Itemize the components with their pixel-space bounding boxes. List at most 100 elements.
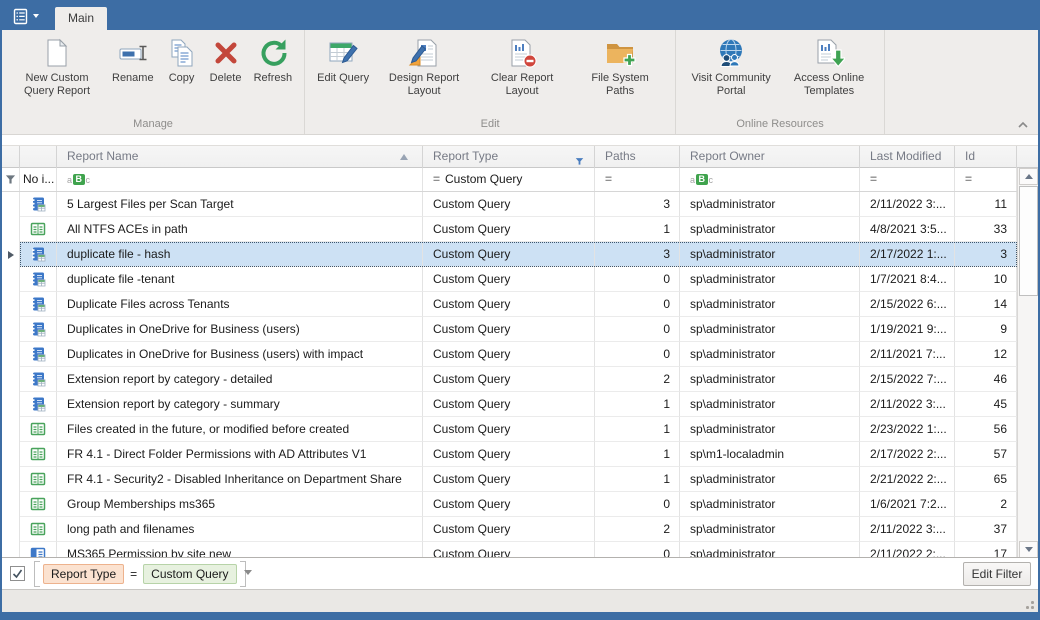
column-header-report-owner[interactable]: Report Owner: [680, 146, 860, 168]
filter-last-modified[interactable]: =: [860, 168, 955, 191]
scrollbar-thumb[interactable]: [1019, 186, 1038, 296]
cell-id: 45: [955, 392, 1017, 417]
table-green-icon: [30, 446, 46, 462]
row-body: Extension report by category - summaryCu…: [20, 392, 1017, 417]
table-row[interactable]: FR 4.1 - Security2 - Disabled Inheritanc…: [2, 467, 1017, 492]
scroll-up-button[interactable]: [1019, 168, 1038, 185]
tab-main[interactable]: Main: [55, 7, 107, 30]
cell-last-modified: 2/11/2021 7:...: [860, 342, 955, 367]
table-green-icon: [30, 221, 46, 237]
cell-last-modified: 1/6/2021 7:2...: [860, 492, 955, 517]
cell-report-owner: sp\administrator: [680, 492, 860, 517]
table-row[interactable]: Extension report by category - detailedC…: [2, 367, 1017, 392]
cell-paths: 1: [595, 417, 680, 442]
table-row[interactable]: MS365 Permission by site newCustom Query…: [2, 542, 1017, 558]
cell-report-type: Custom Query: [423, 292, 595, 317]
ribbon-group-caption: Manage: [8, 115, 298, 134]
ribbon-collapse-chevron-icon[interactable]: [1016, 119, 1030, 131]
row-body: Duplicates in OneDrive for Business (use…: [20, 342, 1017, 367]
column-header-last-modified[interactable]: Last Modified: [860, 146, 955, 168]
column-header-report-type[interactable]: Report Type: [423, 146, 595, 168]
header-indicator-cell: [2, 146, 20, 168]
cell-report-type: Custom Query: [423, 442, 595, 467]
filter-paths[interactable]: =: [595, 168, 680, 191]
column-header-report-name[interactable]: Report Name: [57, 146, 423, 168]
row-body: duplicate file - hashCustom Query3sp\adm…: [20, 242, 1017, 267]
table-row[interactable]: duplicate file - hashCustom Query3sp\adm…: [2, 242, 1017, 267]
column-header-paths[interactable]: Paths: [595, 146, 680, 168]
ribbon-group-caption: Online Resources: [682, 115, 878, 134]
cell-last-modified: 2/15/2022 6:...: [860, 292, 955, 317]
app-menu-icon: [13, 8, 30, 25]
ribbon-button-label: Refresh: [254, 72, 293, 85]
filter-value-chip[interactable]: Custom Query: [143, 564, 236, 584]
filter-report-type[interactable]: =Custom Query: [423, 168, 595, 191]
clear-report-layout-button[interactable]: Clear Report Layout: [476, 35, 568, 100]
cell-report-type: Custom Query: [423, 242, 595, 267]
filter-field-chip[interactable]: Report Type: [43, 564, 124, 584]
report-book-icon: [30, 196, 46, 212]
edit-filter-button[interactable]: Edit Filter: [963, 562, 1031, 586]
filter-report-name[interactable]: aBc: [57, 168, 423, 191]
filter-row-funnel-icon: [2, 168, 20, 191]
table-row[interactable]: Duplicates in OneDrive for Business (use…: [2, 317, 1017, 342]
app-menu-dropdown-icon: [33, 14, 39, 18]
table-row[interactable]: duplicate file -tenantCustom Query0sp\ad…: [2, 267, 1017, 292]
filter-icon-column[interactable]: No i...: [20, 168, 57, 191]
table-row[interactable]: All NTFS ACEs in pathCustom Query1sp\adm…: [2, 217, 1017, 242]
access-online-templates-button[interactable]: Access Online Templates: [783, 35, 875, 100]
cell-report-type: Custom Query: [423, 542, 595, 558]
table-row[interactable]: Group Memberships ms365Custom Query0sp\a…: [2, 492, 1017, 517]
cell-report-type: Custom Query: [423, 367, 595, 392]
filter-operator[interactable]: =: [130, 567, 137, 581]
cell-paths: 0: [595, 492, 680, 517]
abc-filter-icon: aBc: [67, 174, 90, 185]
resize-grip[interactable]: [1022, 597, 1034, 609]
copy-button[interactable]: Copy: [163, 35, 201, 87]
table-green-icon: [30, 421, 46, 437]
vertical-scrollbar[interactable]: [1017, 168, 1038, 558]
table-row[interactable]: Files created in the future, or modified…: [2, 417, 1017, 442]
ribbon-button-label: Delete: [210, 72, 242, 85]
visit-community-portal-button[interactable]: Visit Community Portal: [685, 35, 777, 100]
column-filter-funnel-icon[interactable]: [575, 152, 584, 168]
table-row[interactable]: long path and filenamesCustom Query2sp\a…: [2, 517, 1017, 542]
community-portal-icon: [715, 37, 747, 69]
table-row[interactable]: Duplicate Files across TenantsCustom Que…: [2, 292, 1017, 317]
application-window: Main New Custom Query ReportRenameCopy De…: [0, 0, 1040, 620]
header-icon-cell: [20, 146, 57, 168]
new-custom-query-report-button[interactable]: New Custom Query Report: [11, 35, 103, 100]
table-row[interactable]: Duplicates in OneDrive for Business (use…: [2, 342, 1017, 367]
report-book-icon: [30, 396, 46, 412]
table-row[interactable]: Extension report by category - summaryCu…: [2, 392, 1017, 417]
cell-id: 14: [955, 292, 1017, 317]
scroll-down-button[interactable]: [1019, 541, 1038, 558]
refresh-icon: [257, 37, 289, 69]
filter-id[interactable]: =: [955, 168, 1017, 191]
report-type-icon-cell: [20, 542, 57, 558]
app-menu-button[interactable]: [10, 5, 48, 27]
report-type-icon-cell: [20, 367, 57, 392]
design-report-layout-button[interactable]: Design Report Layout: [378, 35, 470, 100]
report-type-icon-cell: [20, 492, 57, 517]
filter-dropdown-icon[interactable]: [244, 570, 252, 575]
row-indicator-cell: [2, 517, 20, 542]
report-type-icon-cell: [20, 317, 57, 342]
filter-enabled-checkbox[interactable]: [10, 566, 25, 581]
cell-report-name: Extension report by category - detailed: [57, 367, 423, 392]
filter-report-owner[interactable]: aBc: [680, 168, 860, 191]
row-body: Group Memberships ms365Custom Query0sp\a…: [20, 492, 1017, 517]
table-green-icon: [30, 496, 46, 512]
column-header-id[interactable]: Id: [955, 146, 1017, 168]
table-row[interactable]: 5 Largest Files per Scan TargetCustom Qu…: [2, 192, 1017, 217]
delete-button[interactable]: Delete: [207, 35, 245, 87]
report-book-icon: [30, 246, 46, 262]
row-body: Extension report by category - detailedC…: [20, 367, 1017, 392]
table-row[interactable]: FR 4.1 - Direct Folder Permissions with …: [2, 442, 1017, 467]
edit-query-button[interactable]: Edit Query: [314, 35, 372, 87]
file-system-paths-button[interactable]: File System Paths: [574, 35, 666, 100]
cell-report-name: long path and filenames: [57, 517, 423, 542]
cell-id: 46: [955, 367, 1017, 392]
rename-button[interactable]: Rename: [109, 35, 157, 87]
refresh-button[interactable]: Refresh: [251, 35, 296, 87]
